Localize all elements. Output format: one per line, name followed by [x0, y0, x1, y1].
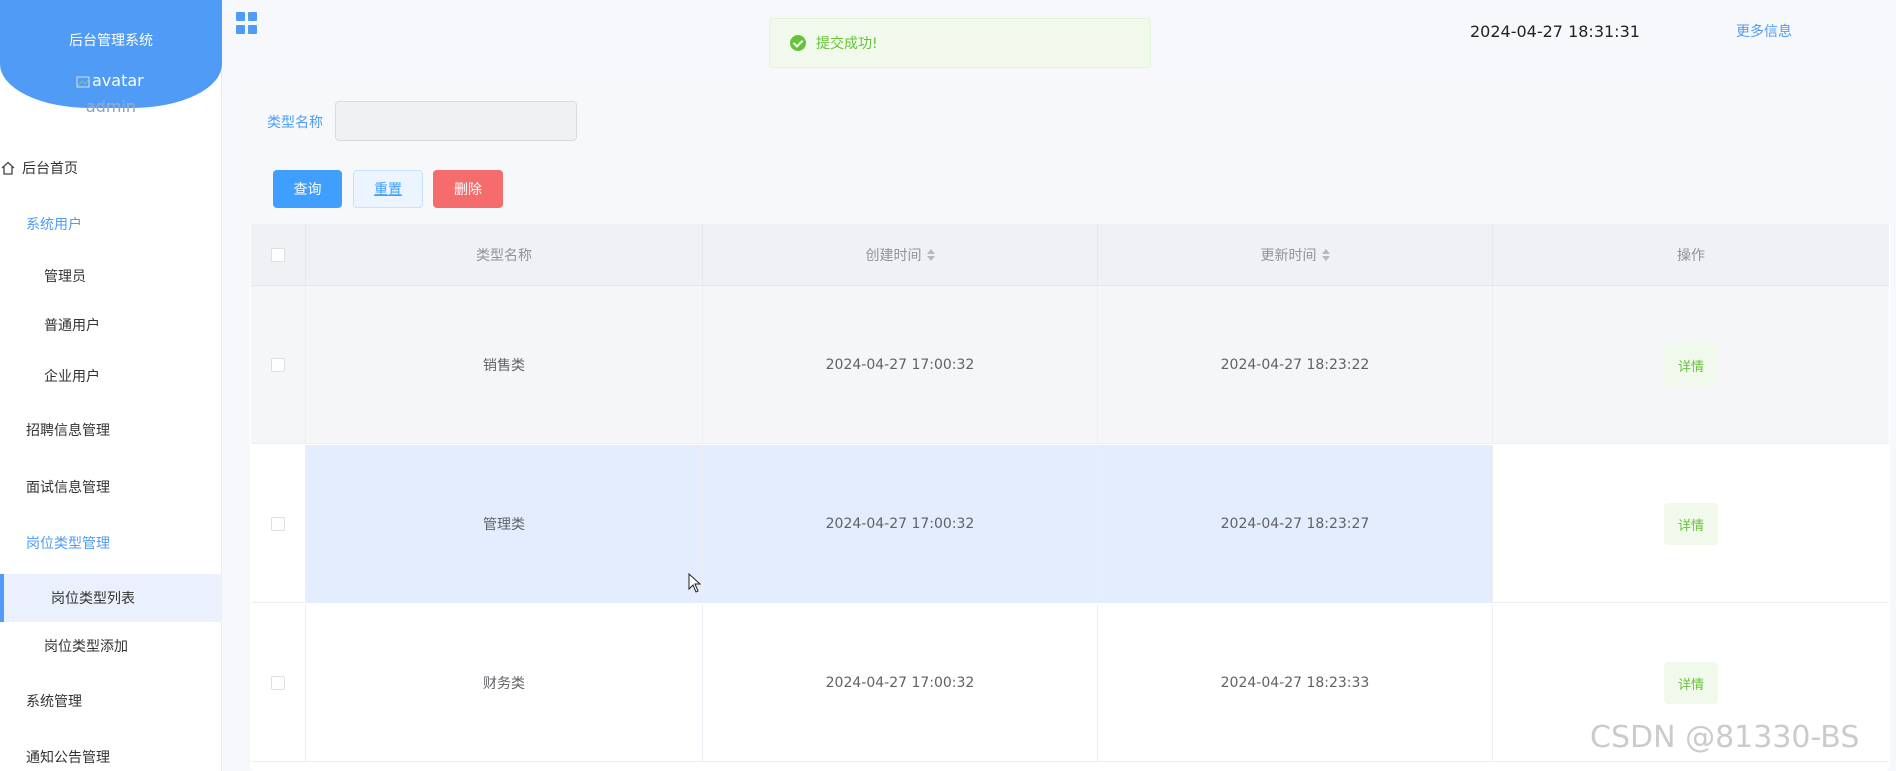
reset-button[interactable]: 重置 [353, 170, 423, 208]
sidebar-item-company-users[interactable]: 企业用户 [0, 356, 222, 396]
row-select-cell [251, 604, 306, 762]
cell-updated: 2024-04-27 18:23:22 [1098, 286, 1493, 444]
row-checkbox[interactable] [271, 517, 285, 531]
row-checkbox[interactable] [271, 676, 285, 690]
sidebar-item-label: 管理员 [44, 269, 86, 285]
toast-message: 提交成功! [816, 36, 878, 52]
table-row[interactable]: 销售类 2024-04-27 17:00:32 2024-04-27 18:23… [251, 286, 1889, 444]
sidebar-item-normal-users[interactable]: 普通用户 [0, 305, 222, 345]
cell-updated: 2024-04-27 18:23:27 [1098, 445, 1493, 603]
header-updated-label: 更新时间 [1260, 248, 1317, 264]
sidebar: 后台管理系统 avatar admin 后台首页 系统用户 管理员 普通用户 企… [0, 0, 222, 771]
sidebar-item-label: 岗位类型添加 [44, 639, 128, 655]
sidebar-item-label: 企业用户 [44, 369, 100, 385]
avatar[interactable]: avatar [76, 71, 144, 90]
sidebar-item-system-management[interactable]: 系统管理 [0, 681, 222, 721]
header-name-label: 类型名称 [476, 248, 532, 264]
header-actions: 操作 [1493, 224, 1889, 286]
watermark: CSDN @81330-BS [1590, 720, 1860, 755]
sidebar-item-label: 普通用户 [44, 318, 100, 334]
sidebar-item-interviews[interactable]: 面试信息管理 [0, 467, 222, 507]
header-actions-label: 操作 [1677, 248, 1705, 264]
sidebar-item-system-users[interactable]: 系统用户 [0, 204, 222, 244]
query-button[interactable]: 查询 [273, 170, 342, 208]
sidebar-item-job-types[interactable]: 岗位类型管理 [0, 523, 222, 563]
detail-button[interactable]: 详情 [1664, 503, 1718, 545]
broken-image-icon [76, 74, 90, 88]
menu-toggle-icon[interactable] [236, 12, 258, 34]
sidebar-item-label: 面试信息管理 [26, 480, 110, 496]
header-updated[interactable]: 更新时间 [1098, 224, 1493, 286]
sidebar-item-label: 岗位类型列表 [51, 591, 135, 607]
home-icon [1, 161, 15, 175]
success-toast: 提交成功! [769, 18, 1151, 68]
sidebar-item-label: 系统管理 [26, 694, 82, 710]
row-select-cell [251, 286, 306, 444]
sidebar-item-label: 后台首页 [22, 161, 78, 177]
header-name: 类型名称 [306, 224, 703, 286]
avatar-alt-text: avatar [92, 71, 144, 90]
cell-created: 2024-04-27 17:00:32 [703, 286, 1098, 444]
table-header: 类型名称 创建时间 更新时间 操作 [251, 224, 1889, 286]
type-name-label: 类型名称 [267, 115, 323, 131]
username: admin [85, 97, 137, 116]
delete-button[interactable]: 删除 [433, 170, 503, 208]
app-root: 后台管理系统 avatar admin 后台首页 系统用户 管理员 普通用户 企… [0, 0, 1896, 771]
sidebar-item-label: 招聘信息管理 [26, 423, 110, 439]
sidebar-item-recruitment[interactable]: 招聘信息管理 [0, 410, 222, 450]
brand-header: 后台管理系统 avatar [0, 0, 222, 108]
detail-button[interactable]: 详情 [1664, 344, 1718, 386]
cell-name: 销售类 [306, 286, 703, 444]
header-created-label: 创建时间 [865, 248, 922, 264]
sidebar-item-label: 通知公告管理 [26, 750, 110, 766]
sidebar-item-label: 岗位类型管理 [26, 536, 110, 552]
cell-name: 财务类 [306, 604, 703, 762]
table-row[interactable]: 管理类 2024-04-27 17:00:32 2024-04-27 18:23… [251, 445, 1889, 603]
cell-name: 管理类 [306, 445, 703, 603]
brand-title: 后台管理系统 [69, 33, 153, 49]
cell-actions: 详情 [1493, 445, 1889, 603]
check-circle-icon [790, 35, 806, 51]
mouse-cursor-icon [688, 573, 702, 593]
sidebar-item-job-type-list[interactable]: 岗位类型列表 [0, 574, 222, 622]
sidebar-item-label: 系统用户 [26, 217, 82, 233]
detail-button[interactable]: 详情 [1664, 662, 1718, 704]
row-select-cell [251, 445, 306, 603]
select-all-cell [251, 224, 306, 286]
more-info-link[interactable]: 更多信息 [1736, 21, 1792, 41]
cell-created: 2024-04-27 17:00:32 [703, 604, 1098, 762]
type-name-input[interactable] [335, 101, 577, 141]
cell-updated: 2024-04-27 18:23:33 [1098, 604, 1493, 762]
cell-created: 2024-04-27 17:00:32 [703, 445, 1098, 603]
header-datetime: 2024-04-27 18:31:31 [1470, 22, 1640, 41]
sidebar-item-admins[interactable]: 管理员 [0, 256, 222, 296]
cell-actions: 详情 [1493, 286, 1889, 444]
sidebar-item-home[interactable]: 后台首页 [0, 148, 222, 188]
sidebar-item-job-type-add[interactable]: 岗位类型添加 [0, 626, 222, 666]
header-created[interactable]: 创建时间 [703, 224, 1098, 286]
sort-icon[interactable] [1321, 249, 1330, 261]
sort-icon[interactable] [926, 249, 935, 261]
select-all-checkbox[interactable] [271, 248, 285, 262]
row-checkbox[interactable] [271, 358, 285, 372]
sidebar-item-announcements[interactable]: 通知公告管理 [0, 737, 222, 771]
